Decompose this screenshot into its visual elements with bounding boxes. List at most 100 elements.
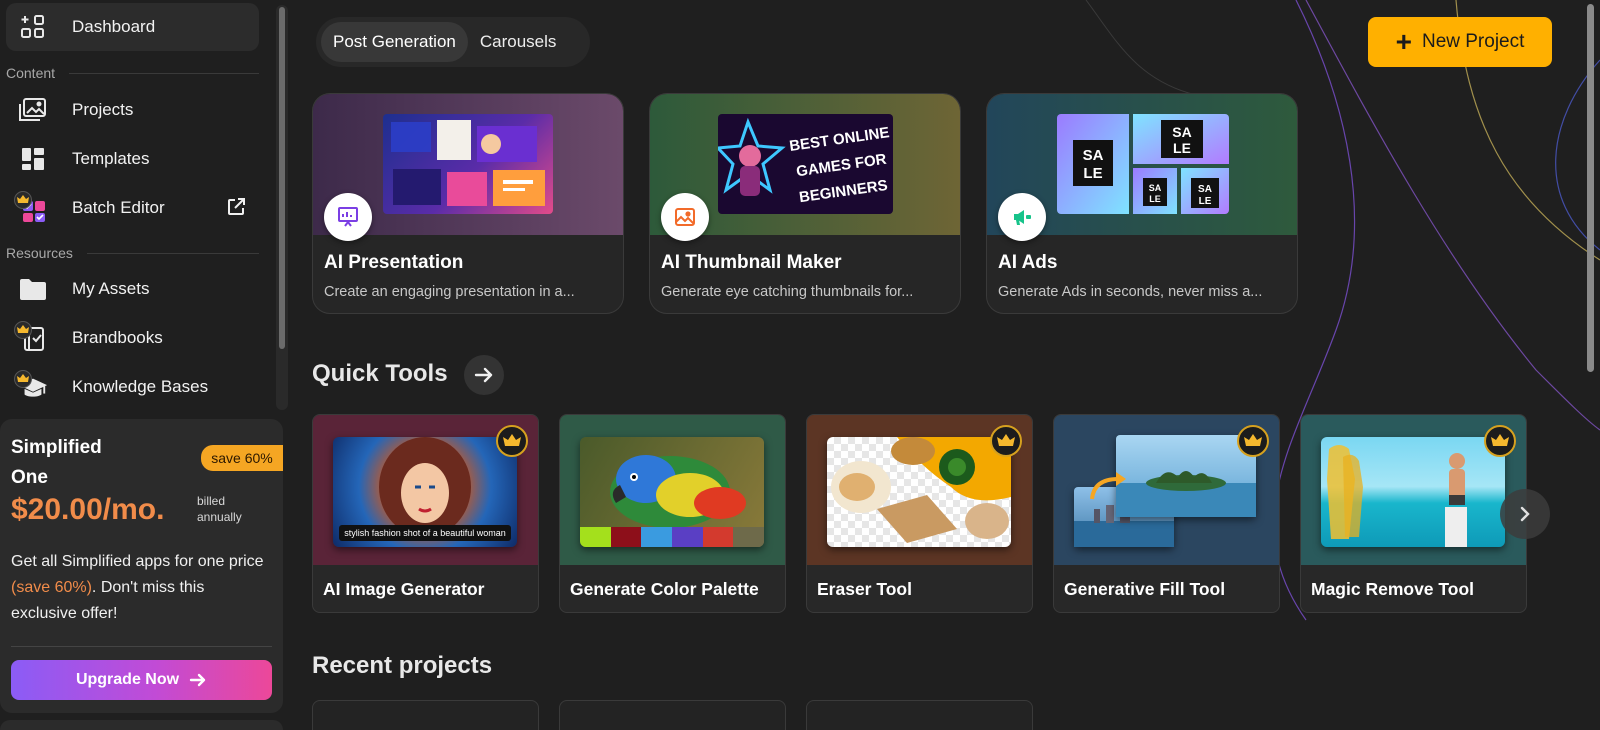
section-label-content: Content bbox=[6, 65, 259, 81]
svg-text:BEST ONLINE: BEST ONLINE bbox=[788, 124, 890, 155]
tab-post-generation[interactable]: Post Generation bbox=[321, 22, 468, 62]
carousel-next-button[interactable] bbox=[1500, 489, 1550, 539]
scrollbar-thumb[interactable] bbox=[1587, 4, 1594, 372]
palette-swatch bbox=[641, 527, 673, 547]
sidebar-item-label: Dashboard bbox=[72, 17, 156, 36]
svg-text:BEGINNERS: BEGINNERS bbox=[798, 177, 889, 206]
tool-name: Magic Remove Tool bbox=[1311, 579, 1475, 599]
tool-card-eraser-tool[interactable]: Eraser Tool bbox=[806, 414, 1033, 613]
promo-price: $20.00/mo. bbox=[11, 493, 165, 526]
tool-card-generate-color-palette[interactable]: Generate Color Palette bbox=[559, 414, 786, 613]
quick-tools-arrow-button[interactable] bbox=[464, 355, 504, 395]
promo-desc-text: Get all Simplified apps for one price bbox=[11, 553, 264, 570]
feature-title: AI Ads bbox=[998, 252, 1058, 273]
image-icon bbox=[661, 193, 709, 241]
curved-arrow-icon bbox=[1090, 472, 1126, 500]
premium-crown-icon bbox=[990, 425, 1022, 457]
svg-text:LE: LE bbox=[1083, 165, 1102, 182]
sidebar-item-brandbooks[interactable]: Brandbooks bbox=[6, 314, 259, 362]
promo-desc-highlight: (save 60%) bbox=[11, 579, 92, 596]
ads-thumbnail: SA LE SA LE SA LE SA LE bbox=[1057, 114, 1229, 214]
sidebar-item-label: Projects bbox=[72, 100, 134, 119]
feature-title: AI Thumbnail Maker bbox=[661, 252, 842, 273]
svg-text:GAMES FOR: GAMES FOR bbox=[795, 151, 887, 180]
external-link-icon[interactable] bbox=[227, 198, 245, 221]
premium-crown-icon bbox=[496, 425, 528, 457]
upgrade-now-button[interactable]: Upgrade Now bbox=[11, 660, 272, 700]
sidebar-item-templates[interactable]: Templates bbox=[6, 135, 259, 183]
section-label-text: Content bbox=[6, 65, 56, 81]
svg-text:SA: SA bbox=[1172, 124, 1191, 140]
plus-icon: + bbox=[1395, 26, 1412, 57]
tool-name: Generative Fill Tool bbox=[1064, 579, 1226, 599]
crown-icon bbox=[14, 370, 32, 388]
sidebar-footer bbox=[0, 720, 283, 730]
main-content: Post Generation Carousels + New Project bbox=[296, 0, 1600, 730]
sidebar-item-knowledge-bases[interactable]: Knowledge Bases bbox=[6, 363, 259, 411]
billing-period: billed annually bbox=[197, 494, 242, 524]
templates-layout-icon bbox=[18, 144, 48, 174]
feature-description: Create an engaging presentation in a... bbox=[324, 284, 575, 300]
arrow-right-icon bbox=[474, 367, 493, 383]
section-label-resources: Resources bbox=[6, 245, 259, 261]
new-project-button[interactable]: + New Project bbox=[1368, 17, 1552, 67]
tool-card-ai-image-generator[interactable]: stylish fashion shot of a beautiful woma… bbox=[312, 414, 539, 613]
recent-project-card[interactable] bbox=[312, 700, 539, 730]
tool-card-generative-fill-tool[interactable]: Generative Fill Tool bbox=[1053, 414, 1280, 613]
sidebar-item-my-assets[interactable]: My Assets bbox=[6, 265, 259, 313]
arrow-right-icon bbox=[189, 673, 206, 687]
sidebar-item-projects[interactable]: Projects bbox=[6, 86, 259, 134]
promo-description: Get all Simplified apps for one price (s… bbox=[11, 549, 271, 627]
feature-card-ai-presentation[interactable]: AI Presentation Create an engaging prese… bbox=[312, 93, 624, 314]
new-project-label: New Project bbox=[1421, 31, 1525, 52]
generated-image-preview: stylish fashion shot of a beautiful woma… bbox=[333, 437, 517, 547]
tool-name: Generate Color Palette bbox=[570, 579, 759, 599]
save-badge: save 60% bbox=[201, 445, 283, 471]
sidebar-item-dashboard[interactable]: Dashboard bbox=[6, 3, 259, 51]
premium-crown-icon bbox=[1484, 425, 1516, 457]
recent-projects-heading: Recent projects bbox=[312, 652, 493, 679]
upgrade-button-label: Upgrade Now bbox=[75, 671, 180, 688]
tool-card-magic-remove-tool[interactable]: Magic Remove Tool bbox=[1300, 414, 1527, 613]
main-scrollbar[interactable] bbox=[1582, 0, 1600, 730]
chevron-right-icon bbox=[1520, 506, 1530, 522]
crown-icon bbox=[14, 191, 32, 209]
dashboard-grid-icon bbox=[18, 12, 48, 42]
sidebar: Dashboard Content Projects Templates Bat… bbox=[0, 0, 283, 730]
scrollbar-thumb[interactable] bbox=[279, 7, 285, 349]
presentation-icon bbox=[324, 193, 372, 241]
recent-project-card[interactable] bbox=[559, 700, 786, 730]
batch-editor-icon bbox=[14, 191, 48, 223]
feature-card-ai-thumbnail-maker[interactable]: BEST ONLINE GAMES FOR BEGINNERS AI Thumb… bbox=[649, 93, 961, 314]
svg-text:SA: SA bbox=[1083, 147, 1104, 164]
brandbook-icon bbox=[14, 321, 48, 353]
beach-image-preview bbox=[1321, 437, 1505, 547]
section-label-text: Resources bbox=[6, 245, 73, 261]
promo-title: Simplified One bbox=[11, 437, 102, 488]
thumbnail-preview: BEST ONLINE GAMES FOR BEGINNERS bbox=[718, 114, 893, 214]
tool-name: AI Image Generator bbox=[323, 579, 485, 599]
eraser-image-preview bbox=[827, 437, 1011, 547]
svg-text:LE: LE bbox=[1199, 196, 1212, 207]
recent-project-card[interactable] bbox=[806, 700, 1033, 730]
graduation-cap-icon bbox=[14, 370, 48, 402]
upgrade-promo-card: Simplified One save 60% $20.00/mo. bille… bbox=[0, 419, 283, 713]
quick-tools-heading: Quick Tools bbox=[312, 360, 448, 387]
sidebar-scrollbar[interactable] bbox=[276, 5, 288, 410]
feature-card-ai-ads[interactable]: SA LE SA LE SA LE SA LE AI Ads Generate … bbox=[986, 93, 1298, 314]
palette-swatch bbox=[733, 527, 764, 547]
projects-gallery-icon bbox=[18, 95, 48, 125]
content-tabs: Post Generation Carousels bbox=[316, 17, 590, 67]
svg-text:LE: LE bbox=[1149, 194, 1161, 204]
palette-swatch bbox=[702, 527, 734, 547]
feature-description: Generate Ads in seconds, never miss a... bbox=[998, 284, 1263, 300]
filled-image-preview bbox=[1116, 435, 1256, 517]
sidebar-item-batch-editor[interactable]: Batch Editor bbox=[6, 184, 259, 232]
sidebar-item-label: Brandbooks bbox=[72, 328, 163, 347]
image-caption: stylish fashion shot of a beautiful woma… bbox=[344, 528, 506, 538]
sidebar-item-label: Templates bbox=[72, 149, 150, 168]
palette-swatch bbox=[610, 527, 642, 547]
tab-carousels[interactable]: Carousels bbox=[468, 22, 569, 62]
sidebar-item-label: Knowledge Bases bbox=[72, 377, 209, 396]
sidebar-item-label: My Assets bbox=[72, 279, 150, 298]
